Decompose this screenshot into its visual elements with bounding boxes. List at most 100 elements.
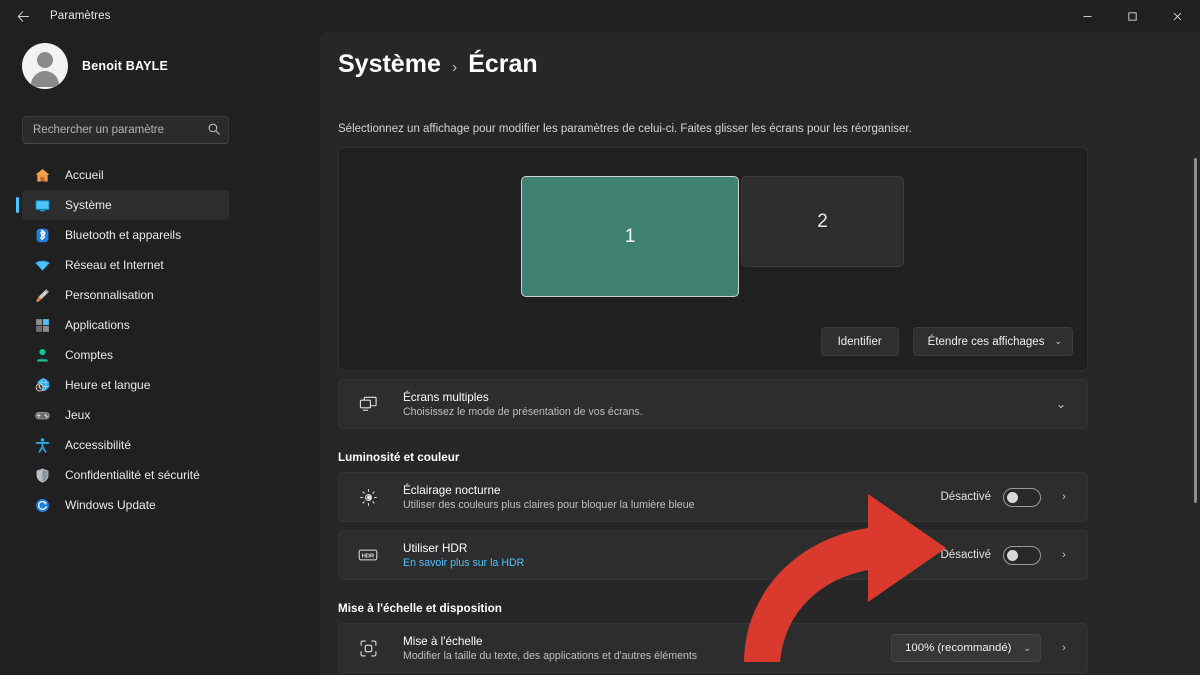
maximize-button[interactable] [1110, 0, 1155, 32]
sidebar-item-windows-update[interactable]: Windows Update [22, 490, 229, 520]
sidebar-item-applications[interactable]: Applications [22, 310, 229, 340]
sidebar-item-label: Applications [65, 318, 130, 332]
wifi-icon [34, 257, 51, 274]
night-light-text: Éclairage nocturne Utiliser des couleurs… [403, 484, 941, 511]
apps-icon [34, 317, 51, 334]
gamepad-icon [34, 407, 51, 424]
main-content: Système › Écran Sélectionnez un affichag… [320, 32, 1200, 675]
multiple-displays-row[interactable]: Écrans multiples Choisissez le mode de p… [338, 379, 1088, 429]
scale-icon [357, 639, 379, 658]
display-mode-value: Étendre ces affichages [927, 335, 1045, 348]
night-light-title: Éclairage nocturne [403, 483, 501, 497]
maximize-icon [1128, 11, 1137, 21]
sidebar-item-accueil[interactable]: Accueil [22, 160, 229, 190]
hdr-row[interactable]: HDR Utiliser HDR En savoir plus sur la H… [338, 530, 1088, 580]
chevron-right-icon[interactable]: › [1053, 491, 1075, 503]
monitor-2-label: 2 [817, 210, 828, 232]
paintbrush-icon [34, 287, 51, 304]
display-actions: Identifier Étendre ces affichages ⌄ [820, 327, 1073, 356]
home-icon [34, 167, 51, 184]
sidebar-item-jeux[interactable]: Jeux [22, 400, 229, 430]
scale-text: Mise à l'échelle Modifier la taille du t… [403, 635, 891, 662]
search-input[interactable] [22, 116, 229, 144]
sidebar-item-label: Comptes [65, 348, 114, 362]
scale-controls: 100% (recommandé) ⌄ › [891, 634, 1075, 662]
back-button[interactable] [6, 2, 40, 30]
hdr-icon: HDR [357, 546, 379, 564]
sidebar-nav: Accueil Système Bluetooth et appareils R… [12, 160, 308, 520]
sun-icon [357, 488, 379, 507]
shield-icon [34, 467, 51, 484]
sidebar-item-label: Accueil [65, 168, 104, 182]
accessibility-icon [34, 437, 51, 454]
arrow-left-icon [17, 10, 29, 22]
sidebar-item-label: Confidentialité et sécurité [65, 468, 200, 482]
breadcrumb: Système › Écran [338, 50, 1182, 79]
hdr-title: Utiliser HDR [403, 541, 468, 555]
main-scrollbar[interactable] [1194, 158, 1197, 503]
brightness-section-title: Luminosité et couleur [338, 451, 460, 464]
sidebar-item-label: Bluetooth et appareils [65, 228, 182, 242]
monitor-icon [34, 197, 51, 214]
update-icon [34, 497, 51, 514]
profile-section[interactable]: Benoit BAYLE [12, 32, 308, 94]
sidebar-item-reseau[interactable]: Réseau et Internet [22, 250, 229, 280]
scale-row[interactable]: Mise à l'échelle Modifier la taille du t… [338, 623, 1088, 673]
chevron-right-icon[interactable]: › [1053, 642, 1075, 654]
sidebar-item-systeme[interactable]: Système [16, 190, 229, 220]
minimize-button[interactable] [1065, 0, 1110, 32]
sidebar-item-label: Système [65, 198, 112, 212]
scale-section-title: Mise à l'échelle et disposition [338, 602, 502, 615]
monitor-1-label: 1 [624, 225, 636, 247]
multiple-displays-title: Écrans multiples [403, 390, 489, 404]
hdr-state: Désactivé [940, 549, 992, 561]
sidebar-item-label: Windows Update [65, 498, 156, 512]
window-title: Paramètres [50, 10, 111, 22]
sidebar-item-bluetooth[interactable]: Bluetooth et appareils [22, 220, 229, 250]
sidebar-item-heure[interactable]: Heure et langue [22, 370, 229, 400]
page-title: Écran [468, 50, 538, 78]
multiple-displays-text: Écrans multiples Choisissez le mode de p… [403, 391, 1047, 418]
chevron-down-icon: ⌄ [1054, 336, 1062, 346]
breadcrumb-separator-icon: › [451, 59, 458, 76]
chevron-down-icon: ⌄ [1023, 642, 1031, 653]
clock-globe-icon [34, 377, 51, 394]
display-arrangement-panel[interactable]: 1 2 Identifier Étendre ces affichages ⌄ [338, 147, 1088, 371]
avatar [22, 43, 68, 89]
close-icon [1173, 12, 1182, 20]
settings-window: Paramètres Benoit BAYLE Rechercher un pa… [0, 0, 1200, 675]
identify-button[interactable]: Identifier [820, 327, 899, 356]
display-hint-text: Sélectionnez un affichage pour modifier … [338, 123, 912, 135]
monitor-2[interactable]: 2 [741, 176, 904, 267]
multiple-displays-right: ⌄ [1047, 397, 1075, 411]
scale-subtitle: Modifier la taille du texte, des applica… [403, 649, 698, 662]
expand-chevron-down-icon[interactable]: ⌄ [1047, 397, 1075, 411]
hdr-toggle[interactable] [1003, 545, 1041, 565]
night-light-subtitle: Utiliser des couleurs plus claires pour … [403, 498, 695, 511]
hdr-learn-more-link[interactable]: En savoir plus sur la HDR [403, 557, 941, 569]
scale-value: 100% (recommandé) [905, 642, 1012, 654]
display-mode-dropdown[interactable]: Étendre ces affichages ⌄ [912, 327, 1073, 356]
sidebar-item-accessibilite[interactable]: Accessibilité [22, 430, 229, 460]
title-bar: Paramètres [0, 0, 1200, 32]
scale-dropdown[interactable]: 100% (recommandé) ⌄ [891, 634, 1041, 662]
breadcrumb-parent[interactable]: Système [338, 50, 441, 79]
sidebar-item-personnalisation[interactable]: Personnalisation [22, 280, 229, 310]
hdr-controls: Désactivé › [940, 545, 1076, 565]
identify-button-label: Identifier [837, 335, 882, 348]
night-light-row[interactable]: Éclairage nocturne Utiliser des couleurs… [338, 472, 1088, 522]
monitor-1[interactable]: 1 [521, 176, 739, 297]
sidebar-item-label: Personnalisation [65, 288, 154, 302]
night-light-controls: Désactivé › [940, 487, 1076, 507]
minimize-icon [1083, 15, 1092, 17]
sidebar-item-confidentialite[interactable]: Confidentialité et sécurité [22, 460, 229, 490]
close-button[interactable] [1155, 0, 1200, 32]
sidebar-item-label: Heure et langue [65, 378, 151, 392]
sidebar-item-comptes[interactable]: Comptes [22, 340, 229, 370]
svg-text:HDR: HDR [362, 554, 375, 560]
profile-name: Benoit BAYLE [82, 59, 168, 73]
chevron-right-icon[interactable]: › [1053, 549, 1075, 561]
night-light-state: Désactivé [940, 491, 992, 503]
night-light-toggle[interactable] [1003, 487, 1041, 507]
bluetooth-icon [34, 227, 51, 244]
